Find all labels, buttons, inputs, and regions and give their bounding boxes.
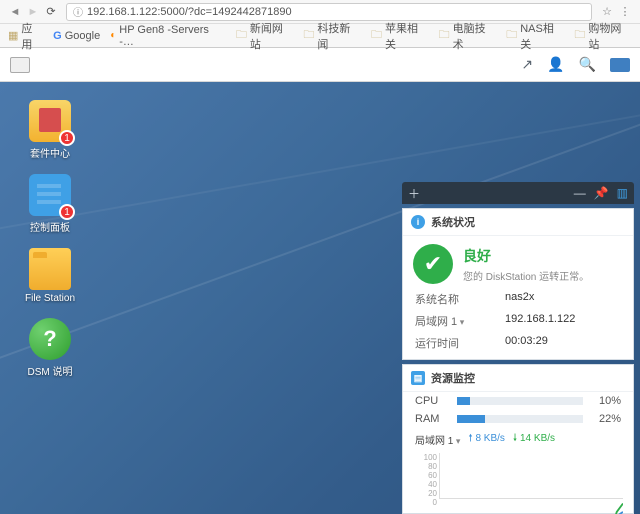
widget-panel: ＋ — 📌 ▥ i系统状况 ✔ 良好 您的 DiskStation 运转正常。 …: [402, 182, 634, 514]
badge: 1: [59, 130, 75, 146]
monitor-icon: ▤: [411, 371, 425, 385]
upload-rate: 🠕 8 KB/s: [468, 431, 505, 448]
ram-bar: [457, 415, 583, 423]
folder-icon: 🗀: [236, 26, 247, 45]
url-text: 192.168.1.122:5000/?dc=1492442871890: [87, 6, 292, 18]
apps-icon: ▦: [8, 29, 18, 42]
folder-icon: 🗀: [303, 26, 314, 45]
add-widget-button[interactable]: ＋: [408, 185, 420, 202]
browser-menu-icon[interactable]: ⋮: [616, 5, 634, 18]
widget-panel-header: ＋ — 📌 ▥: [402, 182, 634, 204]
desktop-icons: 1 套件中心 1 控制面板 File Station DSM 说明: [20, 100, 100, 392]
minimize-button[interactable]: —: [574, 186, 586, 200]
google-icon: G: [53, 30, 62, 42]
bookmark-hp[interactable]: ◐HP Gen8 -Servers -…: [110, 24, 226, 48]
folder-icon: 🗀: [371, 26, 382, 45]
bookmark-apps[interactable]: ▦应用: [8, 20, 43, 52]
health-check-icon: ✔: [413, 244, 453, 284]
external-access-icon[interactable]: ↗: [521, 56, 533, 73]
bookmark-tech[interactable]: 🗀科技新闻: [303, 20, 361, 52]
bookmark-google[interactable]: GGoogle: [53, 30, 100, 42]
bookmark-star-icon[interactable]: ☆: [598, 5, 616, 18]
bookmark-news[interactable]: 🗀新闻网站: [236, 20, 294, 52]
hp-icon: ◐: [110, 30, 116, 41]
bookmark-pc[interactable]: 🗀电脑技术: [439, 20, 497, 52]
resource-monitor-card: ▤资源监控 CPU 10% RAM 22% 局域网 1 🠕 8 KB/s 🠗 1…: [402, 364, 634, 514]
reload-button[interactable]: ⟳: [42, 5, 60, 18]
cpu-bar: [457, 397, 583, 405]
folder-icon: 🗀: [506, 26, 517, 45]
health-status: 良好: [463, 246, 589, 266]
widgets-icon[interactable]: [610, 58, 630, 72]
network-chart: [439, 453, 623, 499]
download-rate: 🠗 14 KB/s: [513, 431, 555, 448]
bookmarks-bar: ▦应用 GGoogle ◐HP Gen8 -Servers -… 🗀新闻网站 🗀…: [0, 24, 640, 48]
bookmark-shop[interactable]: 🗀购物网站: [574, 20, 632, 52]
pin-button[interactable]: 📌: [594, 186, 609, 200]
dsm-help-icon[interactable]: DSM 说明: [20, 318, 80, 378]
dsm-taskbar: ↗ 👤 🔍: [0, 48, 640, 82]
bookmark-nas[interactable]: 🗀NAS相关: [506, 20, 564, 52]
info-icon: ⓘ: [73, 4, 83, 19]
main-menu-button[interactable]: [10, 57, 30, 73]
back-button[interactable]: ◄: [6, 6, 24, 18]
badge: 1: [59, 204, 75, 220]
search-icon[interactable]: 🔍: [579, 56, 596, 73]
forward-button: ►: [24, 6, 42, 18]
address-bar[interactable]: ⓘ 192.168.1.122:5000/?dc=1492442871890: [66, 3, 592, 21]
info-icon: i: [411, 215, 425, 229]
lan-dropdown[interactable]: 局域网 1: [415, 313, 505, 329]
control-panel-icon[interactable]: 1 控制面板: [20, 174, 80, 234]
health-description: 您的 DiskStation 运转正常。: [463, 268, 589, 283]
package-center-icon[interactable]: 1 套件中心: [20, 100, 80, 160]
folder-icon: 🗀: [439, 26, 450, 45]
file-station-icon[interactable]: File Station: [20, 248, 80, 304]
desktop[interactable]: 1 套件中心 1 控制面板 File Station DSM 说明 ＋ — 📌 …: [0, 82, 640, 514]
lan-dropdown[interactable]: 局域网 1: [415, 432, 460, 447]
layout-button[interactable]: ▥: [617, 186, 628, 200]
bookmark-apple[interactable]: 🗀苹果相关: [371, 20, 429, 52]
user-icon[interactable]: 👤: [547, 56, 564, 73]
system-health-card: i系统状况 ✔ 良好 您的 DiskStation 运转正常。 系统名称nas2…: [402, 208, 634, 360]
chart-y-axis: 100806040200: [413, 453, 439, 507]
folder-icon: 🗀: [574, 26, 585, 45]
